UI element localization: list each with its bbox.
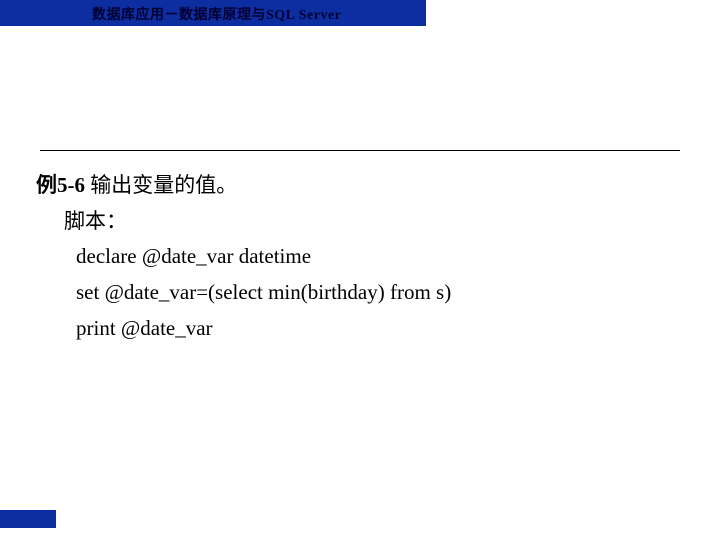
- example-label: 例5-6: [36, 173, 85, 197]
- script-label: 脚本：: [36, 204, 676, 240]
- code-line-1: declare @date_var datetime: [36, 239, 676, 275]
- example-label-text: 例5-6: [36, 173, 85, 197]
- code-line-3: print @date_var: [36, 311, 676, 347]
- footer-blue-block: [0, 510, 56, 528]
- header-title-cn: 数据库应用－数据库原理与: [92, 6, 266, 22]
- code-line-2: set @date_var=(select min(birthday) from…: [36, 275, 676, 311]
- example-heading: 例5-6 输出变量的值。: [36, 168, 676, 204]
- header-bar: 数据库应用－数据库原理与SQL Server: [0, 0, 426, 26]
- header-title-latin: SQL Server: [266, 8, 341, 23]
- header-title: 数据库应用－数据库原理与SQL Server: [92, 4, 341, 24]
- content-block: 例5-6 输出变量的值。 脚本： declare @date_var datet…: [36, 168, 676, 346]
- footer-bars: [0, 508, 720, 528]
- divider-line: [40, 150, 680, 151]
- footer-gap: [56, 510, 62, 528]
- example-desc: 输出变量的值。: [85, 173, 237, 197]
